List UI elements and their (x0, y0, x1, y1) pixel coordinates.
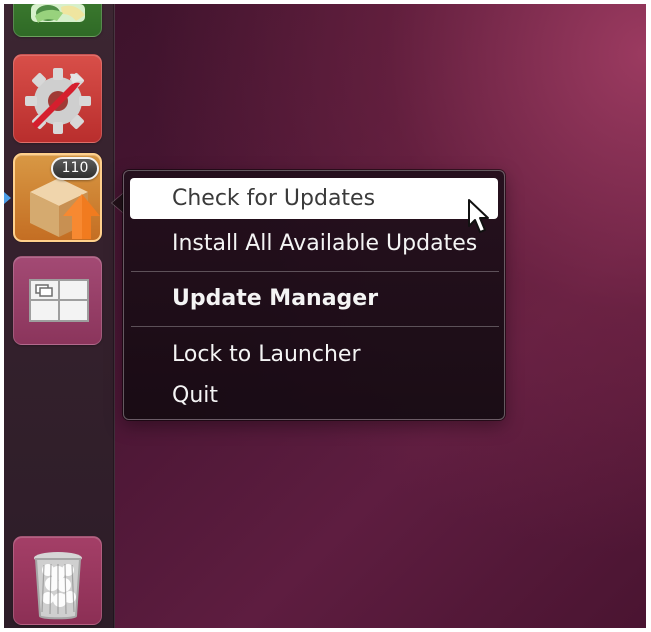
trash-icon (34, 552, 82, 620)
workspace-switcher-icon (29, 279, 89, 322)
menu-separator (131, 271, 499, 272)
menu-item-install-all-available-updates[interactable]: Install All Available Updates (172, 231, 477, 257)
update-count-badge: 110 (51, 157, 99, 180)
launcher-item-trash[interactable] (13, 536, 102, 625)
launcher-item-settings[interactable] (13, 54, 102, 143)
launcher-item-top-app[interactable] (13, 4, 102, 37)
menu-item-lock-to-launcher[interactable]: Lock to Launcher (172, 342, 360, 368)
menu-item-check-for-updates[interactable]: Check for Updates (130, 178, 498, 219)
launcher: 110 (4, 4, 115, 628)
active-launcher-indicator (4, 192, 11, 204)
launcher-context-menu: Check for Updates Install All Available … (123, 170, 505, 420)
menu-item-update-manager[interactable]: Update Manager (172, 286, 378, 312)
mouse-pointer-icon (468, 199, 489, 233)
desktop: 110 Check for Updates Install All Availa… (4, 4, 646, 628)
launcher-item-workspaces[interactable] (13, 256, 102, 345)
menu-item-quit[interactable]: Quit (172, 383, 218, 409)
menu-separator (131, 326, 499, 327)
settings-icon (25, 68, 91, 134)
app-icon (31, 4, 85, 23)
